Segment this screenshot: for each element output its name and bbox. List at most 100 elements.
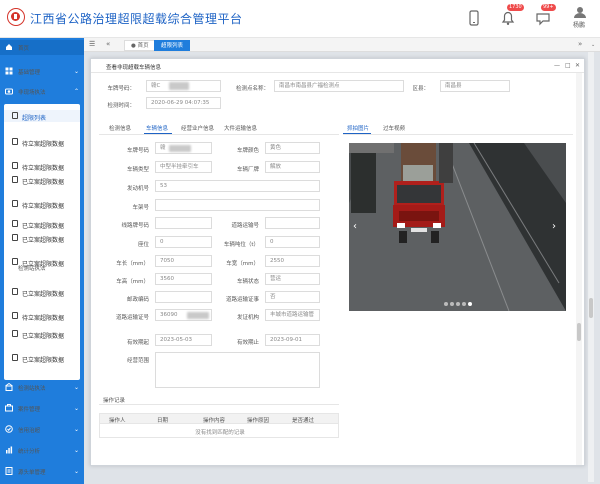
vehicle-snapshot-image[interactable]: ‹ › [349,143,566,311]
vehicle-type-label: 车辆类型 [126,167,149,173]
prev-image-button[interactable]: ‹ [353,221,357,232]
minimize-button[interactable]: — [554,62,560,69]
carousel-dot[interactable] [444,302,448,306]
menu-toggle-icon[interactable]: ☰ [89,40,95,48]
scope-textarea [155,352,320,388]
submenu-item[interactable]: 已立案超限数据 [4,174,80,186]
app-title: 江西省公路治理超限超载综合管理平台 [30,12,243,26]
document-icon [12,162,18,169]
tab-large-transport-info[interactable]: 大件运输信息 [224,124,257,132]
chevron-down-icon: ⌄ [74,68,80,75]
issuer-label: 发证机构 [236,315,259,321]
user-name[interactable]: 杨鹏 [573,20,585,29]
document-icon [12,176,18,183]
chart-icon [6,446,13,454]
frame-field [155,199,320,211]
submenu-station: 已立案超限数据 待立案超限数据 已立案超限数据 已立案超限数据 [4,280,80,380]
submenu-item[interactable]: 待立案超限数据 [4,198,80,210]
submenu-item[interactable]: 已立案超限数据 [4,352,80,364]
submenu-item[interactable]: 已立案超限数据 [4,232,80,244]
document-icon [12,354,18,361]
tab-options-icon[interactable]: ⌄ [591,42,595,48]
sidebar-item-case-mgmt[interactable]: 案件管理 ⌄ [0,401,84,416]
tab-vehicle-info[interactable]: 车辆信息 [146,124,168,132]
carousel-dot-active[interactable] [468,302,472,306]
case-icon [5,404,13,412]
submenu-item-overlimit-list[interactable]: 超限列表 [4,110,80,122]
message-count-badge: 99+ [541,4,556,11]
next-image-button[interactable]: › [552,221,556,232]
document-icon [12,330,18,337]
tabs-divider [99,134,339,135]
col-content: 操作内容 [203,418,226,424]
submenu-item[interactable]: 已立案超限数据 [4,328,80,340]
grid-icon [5,67,13,75]
postcode-field [155,291,212,303]
tab-inspection-info[interactable]: 检测信息 [109,124,131,132]
tonnage-field: 0 [265,236,320,248]
photo-tabs-divider [343,134,573,135]
submenu-item[interactable]: 待立案超限数据 [4,136,80,148]
station-icon [5,263,13,271]
op-record-title: 操作记录 [103,398,126,404]
dialog-title: 查看非现超载车辆信息 [106,65,162,71]
sidebar-item-credit[interactable]: 信用治超 ⌄ [0,422,84,437]
document-icon [12,138,18,145]
op-record-body: 没有找到匹配的记录 [99,424,339,438]
tab-home[interactable]: ● 首页 [124,40,156,51]
postcode-label: 邮政编码 [126,297,149,303]
sidebar-item-source-mgmt[interactable]: 源头单管理 ⌄ [0,464,84,479]
tab-scroll-right-button[interactable]: » [578,40,582,48]
plate-color-field: 黄色 [265,142,320,154]
carousel-dot[interactable] [456,302,460,306]
tab-snapshot[interactable]: 抓拍图片 [347,124,369,132]
sidebar-item-offsite[interactable]: 非现场执法 ⌃ [0,84,84,99]
permit-no-label: 道路运输证号 [115,315,149,321]
message-icon[interactable] [535,10,551,26]
vehicle-info-dialog: 查看非现超载车辆信息 — □ ✕ 车牌号码： 赣C 检测点名称： 南昌市南昌县广… [90,58,585,466]
maximize-button[interactable]: □ [565,62,571,69]
chevron-down-icon: ⌄ [74,447,80,454]
height-label: 车高（mm） [116,279,149,285]
area-value-field: 南昌县 [440,80,510,92]
valid-to-label: 有效期止 [236,340,259,346]
sidebar-item-station-enforcement[interactable]: 检测站执法 ⌃ [0,260,84,275]
close-button[interactable]: ✕ [575,62,580,69]
col-reason: 操作原因 [247,418,270,424]
submenu-item[interactable]: 已立案超限数据 [4,286,80,298]
tab-operator-info[interactable]: 经营业户信息 [181,124,214,132]
page-tab-bar: ☰ « ● 首页 超限列表 » ⌄ [84,38,600,52]
col-operator: 操作人 [109,418,126,424]
sidebar-item-statistics[interactable]: 统计分析 ⌄ [0,443,84,458]
page-scrollbar-thumb[interactable] [589,298,593,318]
alert-bell-icon[interactable] [500,10,516,26]
carousel-dot[interactable] [462,302,466,306]
carousel-dot[interactable] [450,302,454,306]
home-icon [6,44,12,50]
user-avatar-icon[interactable] [573,6,587,18]
chevron-down-icon: ⌄ [74,426,80,433]
tab-overlimit-list[interactable]: 超限列表 [154,40,191,51]
submenu-item[interactable]: 待立案超限数据 [4,160,80,172]
submenu-item[interactable]: 已立案超限数据 [4,218,80,230]
phone-icon[interactable] [467,10,481,26]
length-field: 7050 [155,255,212,267]
area-label: 区县： [412,86,429,92]
sidebar-item-basic-mgmt[interactable]: 基础管理 ⌄ [0,64,84,79]
sidebar-item-home[interactable]: 首页 [0,40,84,55]
station-value-field: 南昌市南昌县广福检测点 [274,80,404,92]
line-label: 线路牌号码 [121,223,149,229]
credit-icon [5,425,13,433]
dialog-scrollbar[interactable] [576,73,582,465]
page-scrollbar[interactable] [588,52,594,482]
station-icon [5,383,13,391]
sidebar-item-station-enforcement-2[interactable]: 检测站执法 ⌄ [0,380,84,395]
tab-scroll-left-button[interactable]: « [106,40,110,48]
seat-label: 座位 [137,242,149,248]
tab-pass-video[interactable]: 过车视频 [383,124,405,132]
height-field: 3560 [155,273,212,285]
plate-redaction [169,82,189,90]
dialog-scrollbar-thumb[interactable] [577,323,581,341]
submenu-item[interactable]: 待立案超限数据 [4,310,80,322]
document-icon [12,200,18,207]
